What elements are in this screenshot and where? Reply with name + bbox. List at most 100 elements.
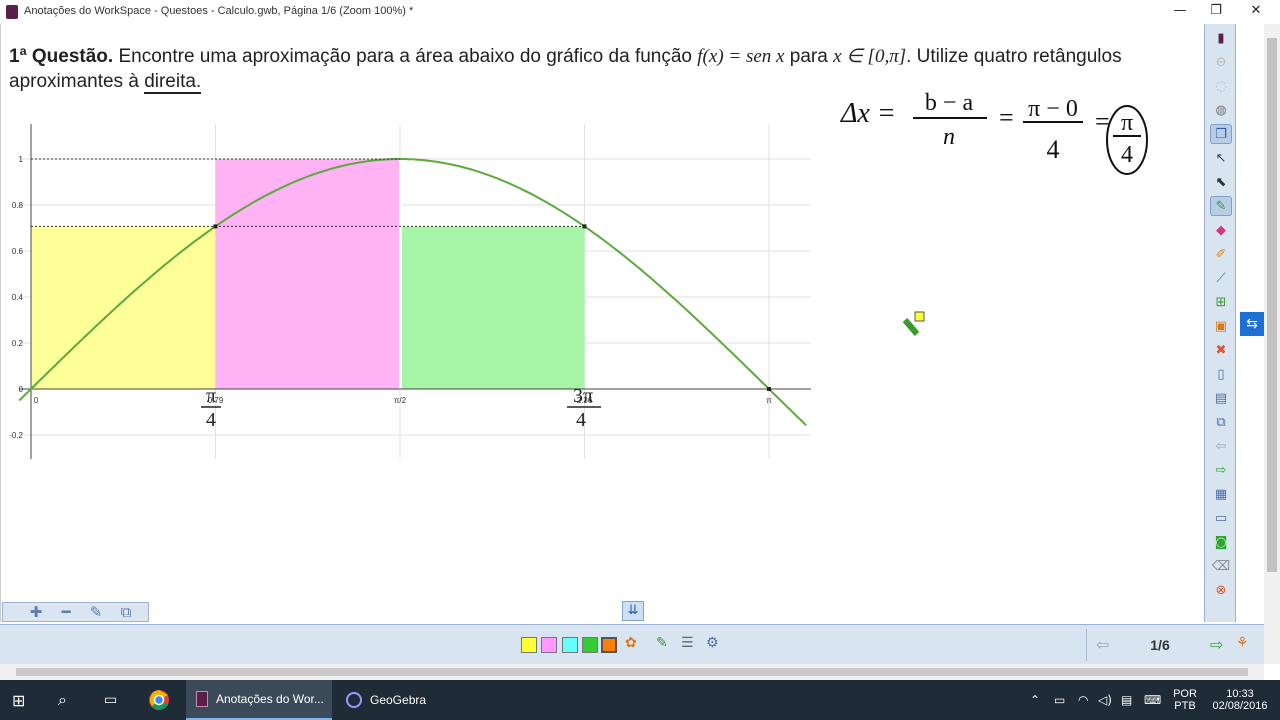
page-indicator: 1/6 <box>1150 637 1170 653</box>
taskbar-app-workspace[interactable]: Anotações do Wor... <box>186 680 332 720</box>
side-toolbar: ▮ ⊖ ◌ ◍ ❐ ↖ ⬉ ✎ ◆ ✐ ⟋ ⊞ ▣ ✖ ▯ ▤ ⧉ ⇦ ⇨ ▦ … <box>1204 24 1236 622</box>
pen-icon[interactable]: ✎ <box>1210 196 1232 216</box>
windows-start-icon[interactable]: ⊞ <box>12 680 25 720</box>
restore-button[interactable]: ❐ <box>1196 0 1236 24</box>
y-tick-label: 0.2 <box>12 339 24 348</box>
y-tick-label: 0.6 <box>12 247 24 256</box>
table-icon[interactable]: ▦ <box>1210 484 1232 504</box>
task-view-icon[interactable]: ▭ <box>104 680 117 720</box>
mouse-icon[interactable]: ◍ <box>1210 100 1232 120</box>
expand-panel-icon[interactable]: ⇆ <box>1240 312 1264 336</box>
rectangle-gap <box>399 159 402 389</box>
clock-date: 02/08/2016 <box>1212 700 1268 712</box>
image-icon[interactable]: ▣ <box>1210 316 1232 336</box>
curve-point-3 <box>767 387 772 391</box>
settings-icon[interactable]: ⚙ <box>706 635 719 651</box>
frac2-denominator: 4 <box>1047 135 1060 164</box>
delete-icon[interactable]: ✖ <box>1210 340 1232 360</box>
title-bar: Anotações do WorkSpace - Questoes - Calc… <box>0 0 1280 24</box>
tray-chevron-icon[interactable]: ⌃ <box>1030 680 1040 720</box>
handwritten-formula: Δx = b − a n = π − 0 4 = π 4 <box>840 90 1148 175</box>
y-tick-label: 0.4 <box>12 293 24 302</box>
horizontal-scroll-thumb[interactable] <box>16 668 1248 676</box>
workspace-canvas[interactable]: 1ª Questão. Encontre uma aproximação par… <box>0 24 1204 622</box>
line-style-icon[interactable]: ☰ <box>681 635 694 651</box>
color-swatch-green[interactable] <box>582 637 598 653</box>
copy-icon[interactable]: ❐ <box>1210 124 1232 144</box>
vertical-scrollbar[interactable] <box>1264 24 1280 664</box>
frac2-numerator: π − 0 <box>1028 96 1078 122</box>
windows-taskbar: ⊞ ⌕ ▭ Anotações do Wor... GeoGebra ⌃ ▭ ◠… <box>0 680 1280 720</box>
volume-icon[interactable]: ◁) <box>1098 680 1112 720</box>
question-lead: 1ª Questão. <box>9 46 114 67</box>
color-swatch-cyan[interactable] <box>562 637 578 653</box>
close-button[interactable]: ✕ <box>1236 0 1276 24</box>
3pi-over-4-denominator: 4 <box>576 409 586 431</box>
save-icon[interactable]: ▭ <box>1210 508 1232 528</box>
keyboard-icon[interactable]: ⌨ <box>1144 680 1161 720</box>
color-swatch-orange[interactable] <box>601 637 617 653</box>
taskbar-app-workspace-label: Anotações do Wor... <box>216 692 324 706</box>
pointer-icon[interactable]: ↖ <box>1210 148 1232 168</box>
search-icon[interactable]: ⌕ <box>58 680 67 720</box>
ruler-icon[interactable]: ⟋ <box>1210 268 1232 288</box>
zoom-in-icon[interactable]: ✚ <box>25 603 47 621</box>
pen-width-icon[interactable]: ✎ <box>656 635 668 651</box>
vertical-scroll-thumb[interactable] <box>1267 38 1277 572</box>
horizontal-scrollbar[interactable] <box>0 664 1264 680</box>
taskbar-app-geogebra[interactable]: GeoGebra <box>336 680 466 720</box>
document-icon[interactable]: ▤ <box>1210 388 1232 408</box>
disabled-circle-icon: ⊖ <box>1215 54 1227 70</box>
arrow-right-icon[interactable]: ⇨ <box>1210 460 1232 480</box>
arrow-left-icon[interactable]: ⇦ <box>1210 436 1232 456</box>
clock[interactable]: 10:33 02/08/2016 <box>1206 680 1274 720</box>
zoom-out-icon[interactable]: ━ <box>55 603 77 621</box>
sine-graph: 10.80.60.40.20-0.2 0 0.79 π/2 2.36 π π 4 3π … <box>9 124 811 459</box>
minimize-button[interactable]: — <box>1160 0 1200 24</box>
window-title: Anotações do WorkSpace - Questoes - Calc… <box>24 5 414 17</box>
wifi-icon[interactable]: ◠ <box>1078 680 1088 720</box>
eraser-icon[interactable]: ◆ <box>1210 220 1232 240</box>
eraser-tool-icon[interactable]: ⌫ <box>1210 556 1232 576</box>
duplicate-icon[interactable]: ⧉ <box>115 603 137 621</box>
language-indicator[interactable]: POR PTB <box>1170 680 1200 720</box>
next-page-icon[interactable]: ⇨ <box>1210 635 1223 654</box>
disabled-circle-icon-2: ◌ <box>1215 78 1227 94</box>
y-tick-label: -0.2 <box>9 431 23 440</box>
prev-page-icon[interactable]: ⇦ <box>1096 635 1109 654</box>
x-tick-label: π/2 <box>394 396 407 405</box>
color-swatch-yellow[interactable] <box>521 637 537 653</box>
y-tick-label: 0 <box>19 385 24 394</box>
question-text-1: Encontre uma aproximação para a área aba… <box>113 46 698 67</box>
underlined-word: direita. <box>144 71 202 94</box>
copy-page-icon[interactable]: ⧉ <box>1210 412 1232 432</box>
select-icon[interactable]: ⬉ <box>1210 172 1232 192</box>
edit-icon[interactable]: ✎ <box>85 603 107 621</box>
palette-icon[interactable]: ✿ <box>625 635 637 651</box>
collapse-down-icon[interactable]: ⇊ <box>622 601 644 621</box>
camera-icon[interactable]: ◙ <box>1210 532 1232 552</box>
chrome-icon[interactable] <box>148 680 170 720</box>
3pi-over-4-numerator: 3π <box>573 385 593 407</box>
close-panel-icon[interactable]: ⊗ <box>1210 580 1232 600</box>
riemann-rectangles <box>31 159 585 389</box>
language-primary: POR <box>1173 688 1197 700</box>
notification-icon[interactable]: ▤ <box>1121 680 1132 720</box>
add-page-icon[interactable]: ⚘ <box>1236 635 1249 651</box>
geogebra-icon <box>346 692 362 708</box>
new-page-icon[interactable]: ▯ <box>1210 364 1232 384</box>
bottom-toolbar: ✿ ✎ ☰ ⚙ ⇦ 1/6 ⇨ ⚘ <box>0 624 1264 664</box>
battery-icon[interactable]: ▭ <box>1054 680 1065 720</box>
frac3-numerator: π <box>1121 110 1133 136</box>
color-swatch-pink[interactable] <box>541 637 557 653</box>
highlighter-icon[interactable]: ✐ <box>1210 244 1232 264</box>
binder-icon[interactable]: ▮ <box>1210 28 1232 48</box>
rectangle-2 <box>215 159 401 389</box>
question-text-2: para <box>784 46 834 67</box>
pen-cursor-icon <box>902 311 925 336</box>
rectangle-3 <box>400 226 585 389</box>
x-tick-label: π <box>766 396 772 405</box>
language-secondary: PTB <box>1174 700 1196 712</box>
pi-over-4-denominator: 4 <box>206 409 216 431</box>
insert-page-icon[interactable]: ⊞ <box>1210 292 1232 312</box>
